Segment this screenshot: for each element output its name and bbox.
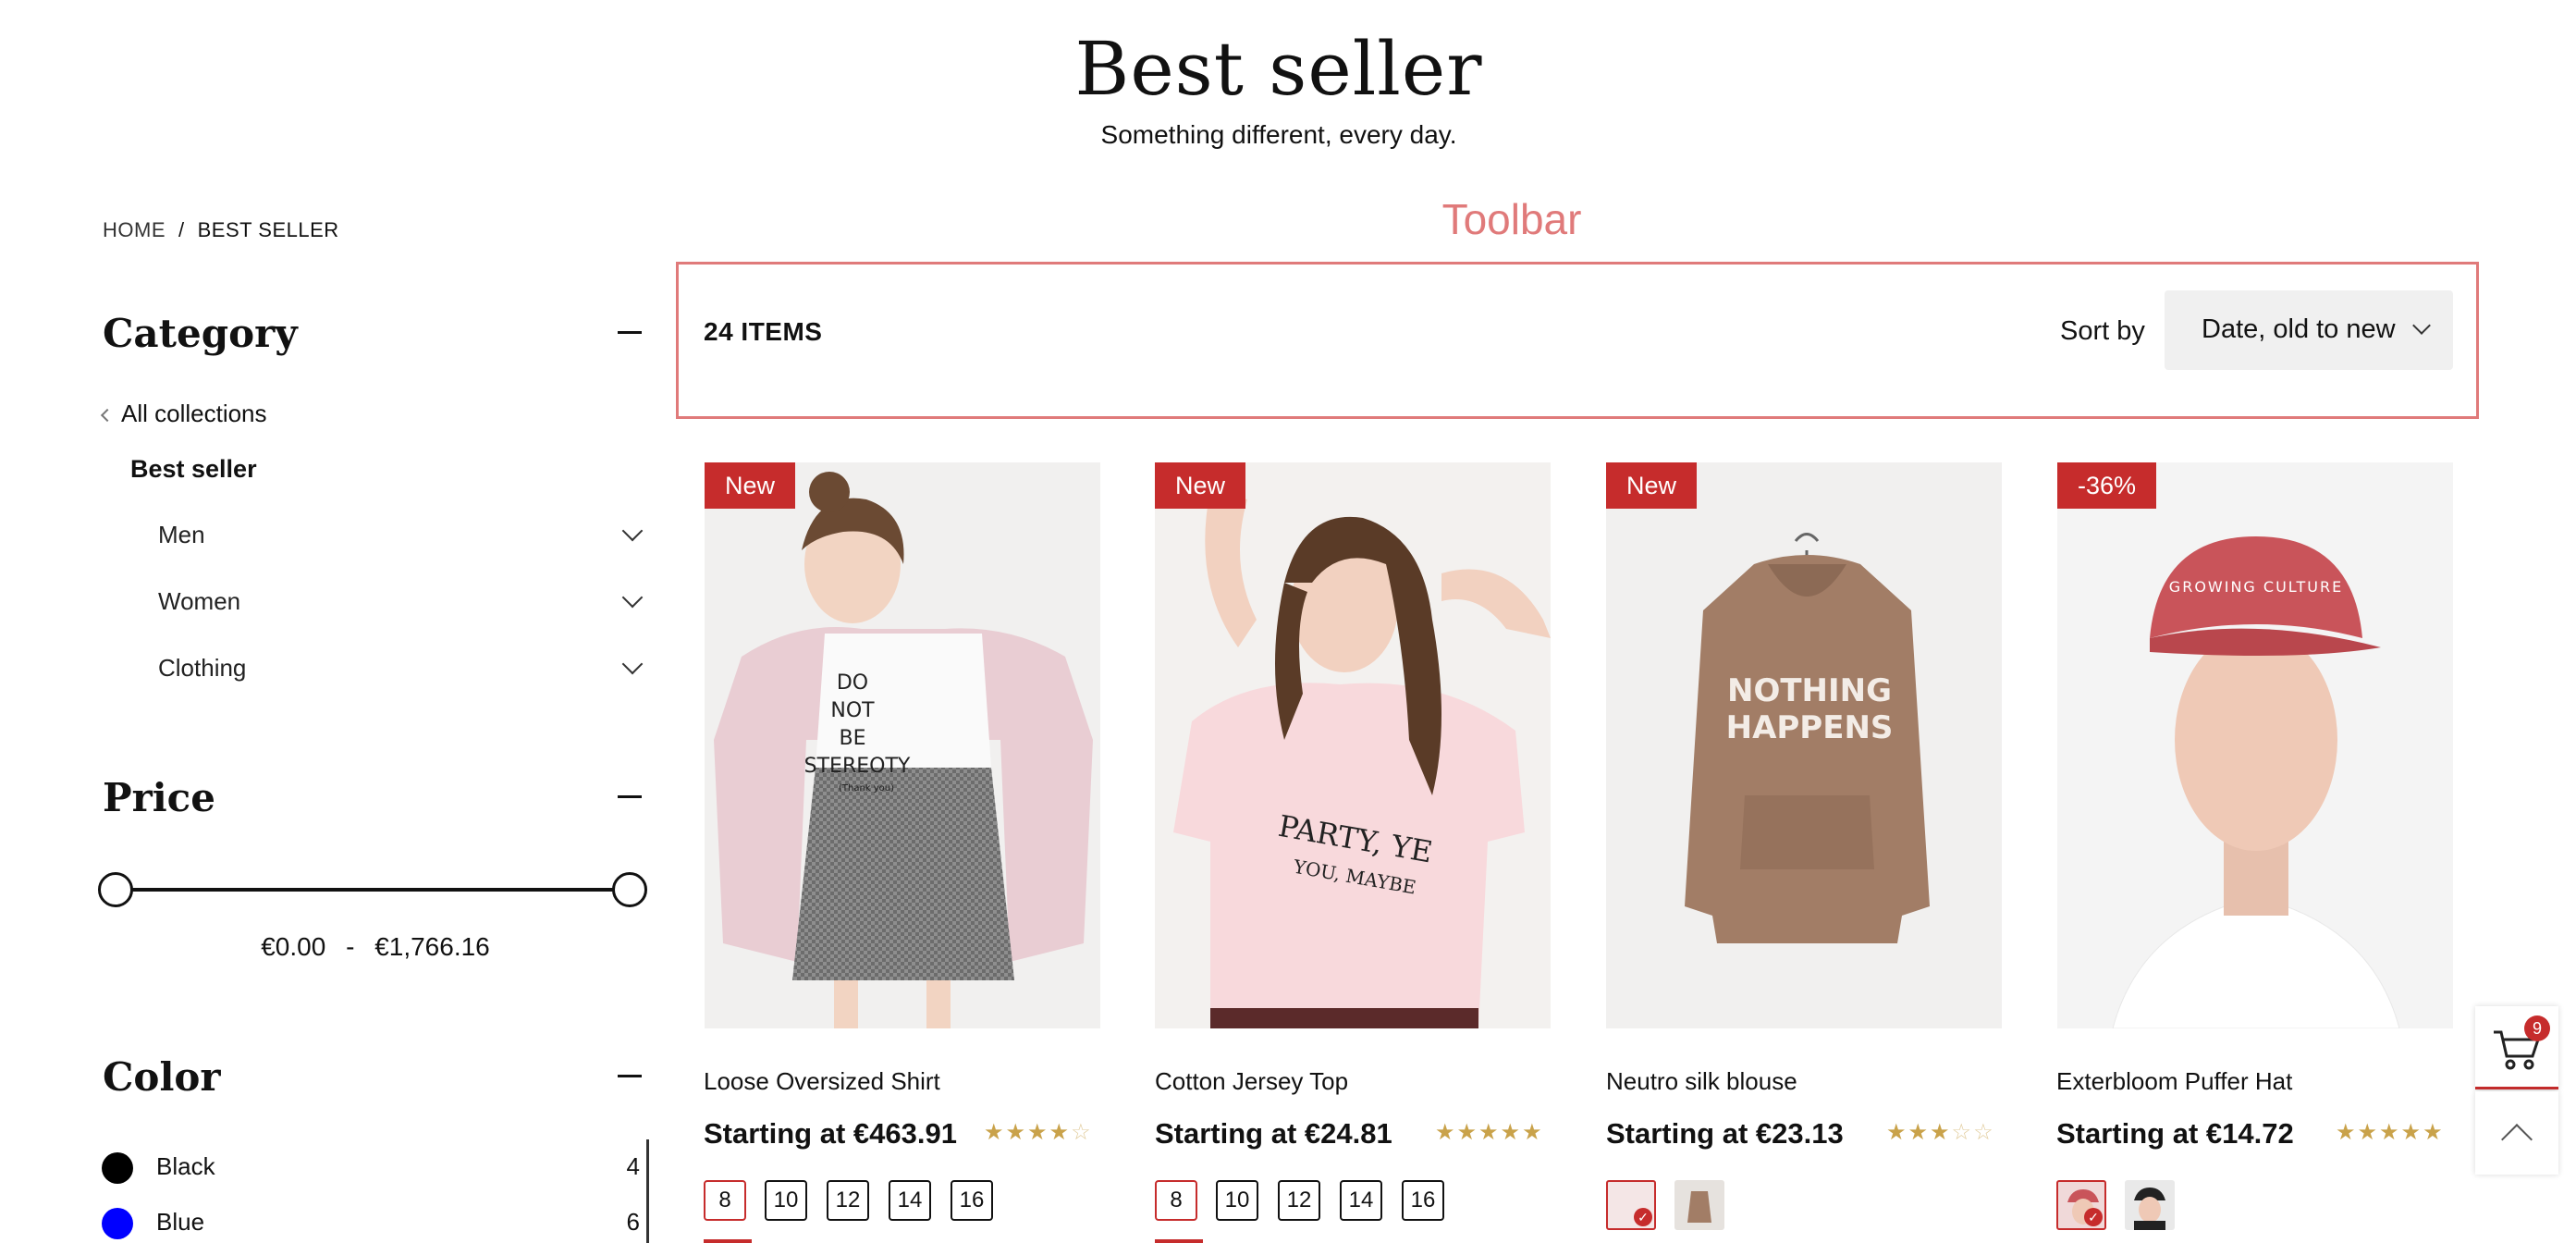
breadcrumb-home-link[interactable]: HOME xyxy=(103,218,166,241)
color-option[interactable] xyxy=(1155,1239,1203,1243)
price-slider-min-handle[interactable] xyxy=(98,872,133,907)
sort-label: Sort by xyxy=(2060,316,2145,346)
check-icon: ✓ xyxy=(1634,1208,1652,1226)
product-rating: ★★★★★ xyxy=(2336,1120,2445,1145)
price-slider-track[interactable] xyxy=(116,888,630,892)
page-title: Best seller xyxy=(1074,26,1483,112)
color-heading: Color xyxy=(103,1054,221,1100)
items-count: 24 ITEMS xyxy=(704,317,823,346)
color-list-scrollbar[interactable] xyxy=(646,1139,649,1243)
product-name[interactable]: Exterbloom Puffer Hat xyxy=(2056,1067,2292,1096)
size-option[interactable]: 14 xyxy=(1340,1180,1382,1221)
price-range-display: €0.00 - €1,766.16 xyxy=(103,932,648,962)
product-name[interactable]: Neutro silk blouse xyxy=(1606,1067,1797,1096)
size-option[interactable]: 10 xyxy=(1216,1180,1258,1221)
product-rating: ★★★★★ xyxy=(1435,1120,1544,1145)
size-option[interactable]: 10 xyxy=(765,1180,807,1221)
toolbar-annotation-label: Toolbar xyxy=(1441,195,1582,243)
color-option[interactable] xyxy=(704,1239,752,1243)
price-separator: - xyxy=(346,932,355,961)
chevron-left-icon xyxy=(100,408,115,423)
chevron-down-icon[interactable] xyxy=(621,586,644,609)
size-option[interactable]: 8 xyxy=(704,1180,746,1221)
category-item-clothing[interactable]: Clothing xyxy=(158,654,246,683)
product-badge: -36% xyxy=(2057,462,2157,509)
category-item-men[interactable]: Men xyxy=(158,521,205,549)
cart-count-badge: 9 xyxy=(2524,1015,2550,1041)
product-price: Starting at €24.81 xyxy=(1155,1117,1392,1150)
chevron-down-icon[interactable] xyxy=(621,520,644,542)
product-badge: New xyxy=(1606,462,1698,509)
breadcrumb: HOME / BEST SELLER xyxy=(103,218,339,242)
category-current: Best seller xyxy=(130,455,257,483)
category-item-women[interactable]: Women xyxy=(158,587,240,616)
color-collapse-icon[interactable] xyxy=(618,1075,642,1077)
size-option[interactable]: 14 xyxy=(889,1180,931,1221)
color-swatch-option[interactable]: ✓ xyxy=(2056,1180,2106,1230)
category-heading: Category xyxy=(103,311,298,356)
sort-select-value[interactable]: Date, old to new xyxy=(2202,314,2396,345)
size-option[interactable]: 12 xyxy=(1278,1180,1320,1221)
color-swatch-option[interactable] xyxy=(2125,1180,2175,1230)
product-name[interactable]: Cotton Jersey Top xyxy=(1155,1067,1348,1096)
product-image[interactable]: GROWING CULTURE xyxy=(2057,462,2453,1028)
breadcrumb-separator: / xyxy=(178,218,185,241)
product-image[interactable]: NOTHING HAPPENS xyxy=(1606,462,2002,1028)
product-image[interactable]: PARTY, YE YOU, MAYBE xyxy=(1155,462,1551,1028)
shirt-text: BE xyxy=(840,727,866,750)
cap-text: GROWING CULTURE xyxy=(2169,578,2343,596)
size-option[interactable]: 8 xyxy=(1155,1180,1197,1221)
page-subtitle: Something different, every day. xyxy=(1100,120,1457,149)
category-collapse-icon[interactable] xyxy=(618,331,642,334)
product-price: Starting at €23.13 xyxy=(1606,1117,1844,1150)
size-option[interactable]: 16 xyxy=(1402,1180,1444,1221)
size-option[interactable]: 12 xyxy=(827,1180,869,1221)
shirt-text: (Thank you) xyxy=(839,783,894,794)
all-collections-label: All collections xyxy=(121,400,267,427)
product-name[interactable]: Loose Oversized Shirt xyxy=(704,1067,940,1096)
color-label-black[interactable]: Black xyxy=(156,1152,215,1181)
shirt-text: NOT xyxy=(830,699,875,722)
color-swatch-black[interactable] xyxy=(102,1152,133,1184)
breadcrumb-current: BEST SELLER xyxy=(197,218,339,241)
color-count-black: 4 xyxy=(626,1152,640,1180)
shirt-text: DO xyxy=(837,671,868,695)
price-collapse-icon[interactable] xyxy=(618,795,642,798)
color-count-blue: 6 xyxy=(626,1208,640,1236)
chevron-down-icon[interactable] xyxy=(621,653,644,675)
price-min: €0.00 xyxy=(261,932,326,961)
product-image[interactable]: DO NOT BE STEREOTY (Thank you) xyxy=(705,462,1100,1028)
shirt-text: STEREOTY xyxy=(804,755,911,778)
all-collections-link[interactable]: All collections xyxy=(100,400,267,428)
price-heading: Price xyxy=(103,775,215,820)
hoodie-text: HAPPENS xyxy=(1726,709,1894,746)
product-rating: ★★★★☆ xyxy=(984,1120,1093,1145)
check-icon: ✓ xyxy=(2084,1208,2103,1226)
product-badge: New xyxy=(705,462,796,509)
color-swatch-option[interactable] xyxy=(1674,1180,1724,1230)
product-price: Starting at €14.72 xyxy=(2056,1117,2294,1150)
price-max: €1,766.16 xyxy=(374,932,490,961)
size-option[interactable]: 16 xyxy=(951,1180,993,1221)
product-rating: ★★★☆☆ xyxy=(1886,1120,1995,1145)
price-slider-max-handle[interactable] xyxy=(612,872,647,907)
hoodie-text: NOTHING xyxy=(1727,672,1892,709)
product-price: Starting at €463.91 xyxy=(704,1117,957,1150)
color-swatch-option[interactable]: ✓ xyxy=(1606,1180,1656,1230)
color-swatch-blue[interactable] xyxy=(102,1208,133,1239)
product-badge: New xyxy=(1155,462,1246,509)
color-label-blue[interactable]: Blue xyxy=(156,1208,204,1237)
